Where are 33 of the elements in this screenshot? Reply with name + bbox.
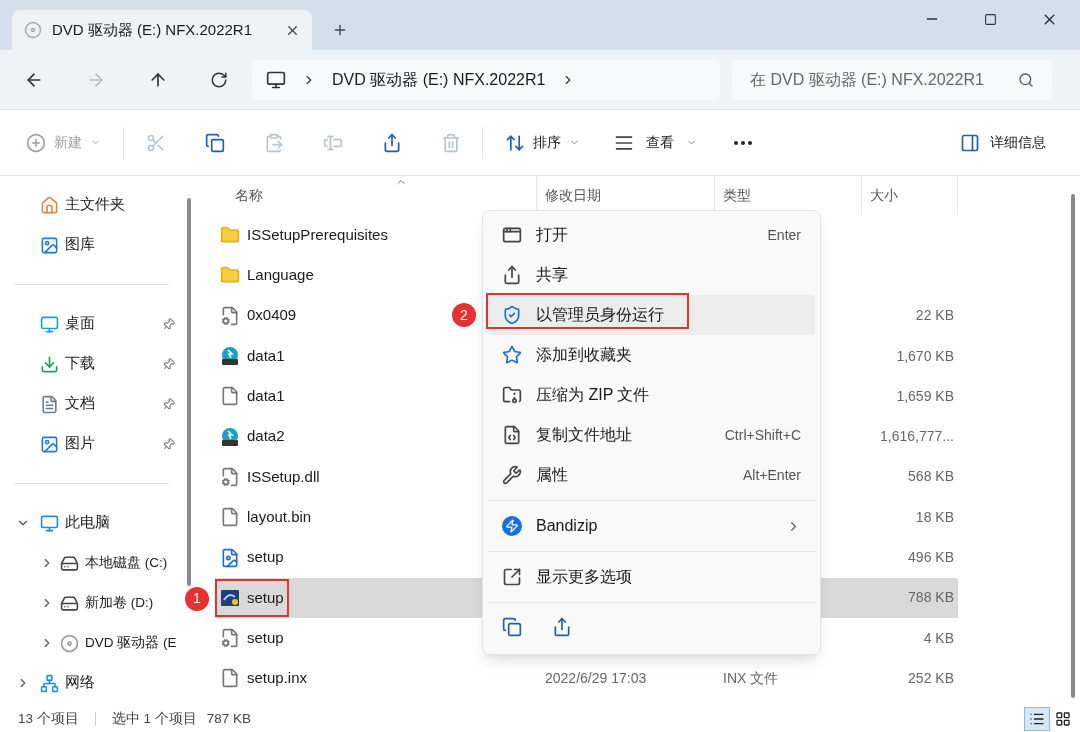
- size-cell: 18 KB: [915, 508, 954, 525]
- selection-size: 787 KB: [206, 709, 252, 728]
- file-name: setup: [247, 627, 284, 648]
- file-name: data1: [247, 386, 285, 407]
- size-cell: 4 KB: [923, 629, 954, 646]
- file-name: setup: [247, 547, 284, 568]
- file-name: data2: [247, 426, 285, 447]
- file-name: ISSetupPrerequisites: [247, 224, 388, 245]
- shortcut-label: Ctrl+Shift+C: [724, 425, 801, 445]
- file-name: Language: [247, 265, 314, 286]
- item-count: 13 个项目: [18, 709, 79, 728]
- file-name: ISSetup.dll: [247, 466, 320, 487]
- selection-count: 选中 1 个项目: [111, 709, 197, 728]
- size-cell: 252 KB: [908, 669, 954, 686]
- size-cell: 1,659 KB: [896, 387, 954, 404]
- type-cell: INX 文件: [723, 669, 779, 686]
- step-number-badge: 1: [185, 586, 209, 611]
- size-cell: 788 KB: [908, 589, 954, 606]
- shortcut-label: Enter: [767, 225, 801, 245]
- shortcut-label: Alt+Enter: [743, 465, 801, 485]
- size-cell: 1,670 KB: [896, 347, 954, 364]
- size-cell: 568 KB: [908, 468, 954, 485]
- file-name: layout.bin: [247, 506, 312, 527]
- file-name: setup.inx: [247, 668, 308, 689]
- size-cell: 22 KB: [915, 307, 954, 324]
- tab-title: DVD 驱动器 (E:) NFX.2022R1: [52, 19, 253, 40]
- date-cell: 2022/6/29 17:03: [545, 669, 647, 686]
- step-number-badge: 2: [452, 303, 476, 327]
- file-name: data1: [247, 345, 285, 366]
- size-cell: 496 KB: [908, 549, 954, 565]
- file-name: setup: [247, 587, 284, 608]
- file-name: 0x0409: [247, 305, 297, 326]
- size-cell: 1,616,777...: [880, 428, 954, 445]
